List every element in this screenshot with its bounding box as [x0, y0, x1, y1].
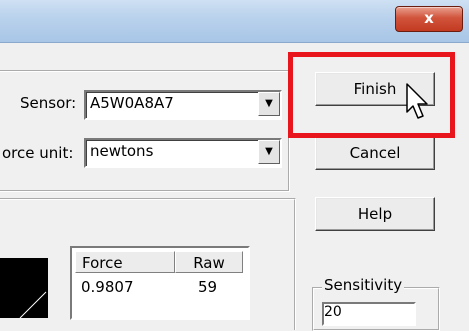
sensor-settings-panel: [0, 70, 290, 192]
help-button[interactable]: Help: [315, 197, 435, 231]
title-bar: x: [0, 0, 469, 43]
table-cell-force: 0.9807: [81, 278, 134, 296]
sensor-label: Sensor:: [20, 94, 77, 112]
close-button[interactable]: x: [395, 6, 463, 32]
force-unit-value: newtons: [90, 142, 154, 160]
sensor-value: A5W0A8A7: [90, 94, 174, 112]
close-icon: x: [424, 9, 434, 27]
sensitivity-value: 20: [324, 304, 342, 320]
dropdown-arrow-icon[interactable]: ▼: [258, 92, 280, 116]
dropdown-arrow-icon[interactable]: ▼: [258, 140, 280, 164]
cancel-button[interactable]: Cancel: [315, 136, 435, 170]
sensitivity-label: Sensitivity: [322, 276, 405, 294]
table-header-raw[interactable]: Raw: [175, 251, 243, 273]
force-raw-table: Force Raw 0.9807 59: [70, 246, 250, 320]
table-cell-raw: 59: [198, 278, 218, 296]
force-unit-select[interactable]: newtons ▼: [84, 138, 282, 168]
force-unit-label: orce unit:: [2, 144, 74, 162]
mouse-pointer-icon: [406, 83, 428, 119]
table-header-force[interactable]: Force: [75, 251, 175, 273]
sensor-select[interactable]: A5W0A8A7 ▼: [84, 90, 282, 120]
sensitivity-input[interactable]: 20: [322, 302, 416, 326]
force-graph: [0, 258, 48, 318]
